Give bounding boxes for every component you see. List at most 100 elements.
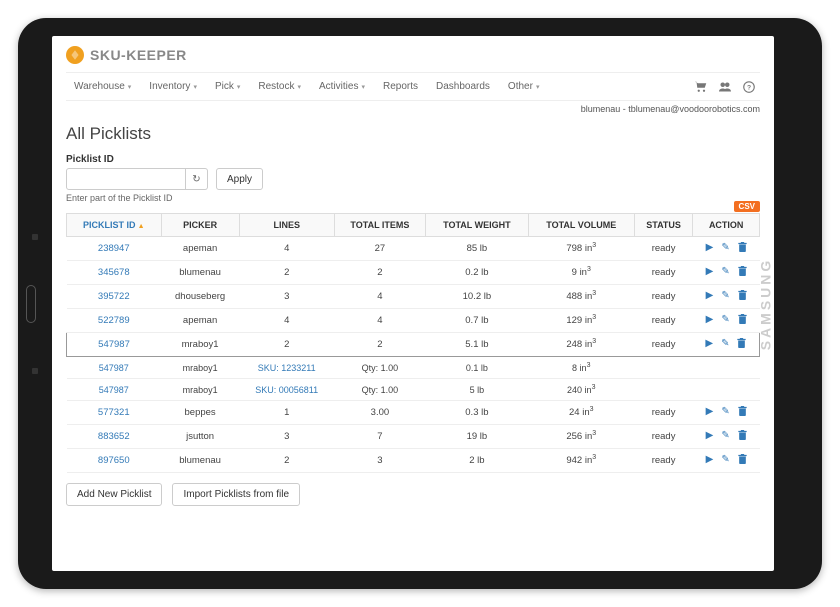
play-icon[interactable]: ▶ xyxy=(706,454,714,467)
cart-icon[interactable] xyxy=(694,80,708,94)
play-icon[interactable]: ▶ xyxy=(706,430,714,443)
cell-items: 2 xyxy=(334,261,425,285)
nav-reports[interactable]: Reports xyxy=(375,79,426,94)
edit-icon[interactable]: ✎ xyxy=(721,430,729,443)
picklist-id-link[interactable]: 897650 xyxy=(67,449,162,473)
play-icon[interactable]: ▶ xyxy=(706,314,714,327)
cell-weight: 0.3 lb xyxy=(426,401,529,425)
add-new-picklist-button[interactable]: Add New Picklist xyxy=(66,483,162,506)
delete-icon[interactable] xyxy=(738,454,747,467)
page-title: All Picklists xyxy=(66,124,760,144)
edit-icon[interactable]: ✎ xyxy=(721,406,729,419)
cell-picker: mraboy1 xyxy=(161,379,239,401)
delete-icon[interactable] xyxy=(738,266,747,279)
delete-icon[interactable] xyxy=(738,242,747,255)
cell-picker: jsutton xyxy=(161,425,239,449)
picklist-id-link[interactable]: 577321 xyxy=(67,401,162,425)
table-header-row: PICKLIST ID▲ PICKER LINES TOTAL ITEMS TO… xyxy=(67,214,760,237)
cell-weight: 85 lb xyxy=(426,237,529,261)
picklist-id-link[interactable]: 883652 xyxy=(67,425,162,449)
col-lines[interactable]: LINES xyxy=(239,214,334,237)
table-row[interactable]: 345678blumenau220.2 lb9 in3ready▶✎ xyxy=(67,261,760,285)
cell-weight: 0.7 lb xyxy=(426,309,529,333)
cell-lines: 3 xyxy=(239,285,334,309)
cell-picker: mraboy1 xyxy=(161,357,239,379)
table-row[interactable]: 547987mraboy1SKU: 1233211Qty: 1.000.1 lb… xyxy=(67,357,760,379)
cell-picker: apeman xyxy=(161,309,239,333)
table-row[interactable]: 883652jsutton3719 lb256 in3ready▶✎ xyxy=(67,425,760,449)
cell-actions: ▶✎ xyxy=(693,309,760,333)
apply-button[interactable]: Apply xyxy=(216,168,263,190)
picklist-id-link[interactable]: 238947 xyxy=(67,237,162,261)
edit-icon[interactable]: ✎ xyxy=(721,242,729,255)
nav-restock[interactable]: Restock▾ xyxy=(250,79,309,94)
play-icon[interactable]: ▶ xyxy=(705,338,713,351)
cell-volume: 942 in3 xyxy=(528,449,634,473)
nav-other[interactable]: Other▾ xyxy=(500,79,548,94)
table-row[interactable]: 522789apeman440.7 lb129 in3ready▶✎ xyxy=(67,309,760,333)
cell-items: 4 xyxy=(334,309,425,333)
main-nav: Warehouse▾ Inventory▾ Pick▾ Restock▾ Act… xyxy=(66,72,760,101)
picklist-id-link[interactable]: 547987 xyxy=(67,379,162,401)
caret-down-icon: ▾ xyxy=(298,83,302,91)
edit-icon[interactable]: ✎ xyxy=(721,314,729,327)
nav-activities[interactable]: Activities▾ xyxy=(311,79,373,94)
cell-volume: 488 in3 xyxy=(528,285,634,309)
cell-actions: ▶✎ xyxy=(693,333,760,357)
cell-weight: 5 lb xyxy=(426,379,529,401)
filter-label: Picklist ID xyxy=(66,154,760,165)
caret-down-icon: ▾ xyxy=(193,83,197,91)
help-icon[interactable]: ? xyxy=(742,80,756,94)
delete-icon[interactable] xyxy=(738,290,747,303)
nav-inventory[interactable]: Inventory▾ xyxy=(141,79,205,94)
cell-status: ready xyxy=(634,449,693,473)
cell-volume: 24 in3 xyxy=(528,401,634,425)
play-icon[interactable]: ▶ xyxy=(706,242,714,255)
refresh-button[interactable]: ↻ xyxy=(186,168,208,190)
play-icon[interactable]: ▶ xyxy=(706,406,714,419)
picklist-id-link[interactable]: 345678 xyxy=(67,261,162,285)
delete-icon[interactable] xyxy=(737,338,746,351)
caret-down-icon: ▾ xyxy=(237,83,241,91)
picklist-id-link[interactable]: 547987 xyxy=(67,357,162,379)
table-row[interactable]: 395722dhouseberg3410.2 lb488 in3ready▶✎ xyxy=(67,285,760,309)
nav-pick[interactable]: Pick▾ xyxy=(207,79,248,94)
cell-volume: 248 in3 xyxy=(528,333,634,357)
col-picklist-id[interactable]: PICKLIST ID▲ xyxy=(67,214,162,237)
picklist-id-link[interactable]: 522789 xyxy=(67,309,162,333)
sku-link[interactable]: SKU: 1233211 xyxy=(239,357,334,379)
csv-export-button[interactable]: CSV xyxy=(734,201,760,212)
table-row[interactable]: 238947apeman42785 lb798 in3ready▶✎ xyxy=(67,237,760,261)
table-row[interactable]: 547987mraboy1225.1 lb248 in3ready▶✎ xyxy=(67,333,760,357)
picklist-id-input[interactable] xyxy=(66,168,186,190)
edit-icon[interactable]: ✎ xyxy=(721,290,729,303)
col-status[interactable]: STATUS xyxy=(634,214,693,237)
col-total-weight[interactable]: TOTAL WEIGHT xyxy=(426,214,529,237)
col-total-items[interactable]: TOTAL ITEMS xyxy=(334,214,425,237)
table-row[interactable]: 897650blumenau232 lb942 in3ready▶✎ xyxy=(67,449,760,473)
brand-header: SKU-KEEPER xyxy=(66,46,760,64)
cell-actions: ▶✎ xyxy=(693,449,760,473)
play-icon[interactable]: ▶ xyxy=(706,266,714,279)
nav-dashboards[interactable]: Dashboards xyxy=(428,79,498,94)
cell-status: ready xyxy=(634,237,693,261)
edit-icon[interactable]: ✎ xyxy=(721,454,729,467)
play-icon[interactable]: ▶ xyxy=(706,290,714,303)
picklist-id-link[interactable]: 547987 xyxy=(67,333,162,357)
users-icon[interactable] xyxy=(718,80,732,94)
table-row[interactable]: 577321beppes13.000.3 lb24 in3ready▶✎ xyxy=(67,401,760,425)
delete-icon[interactable] xyxy=(738,430,747,443)
delete-icon[interactable] xyxy=(738,314,747,327)
col-picker[interactable]: PICKER xyxy=(161,214,239,237)
col-total-volume[interactable]: TOTAL VOLUME xyxy=(528,214,634,237)
table-row[interactable]: 547987mraboy1SKU: 00056811Qty: 1.005 lb2… xyxy=(67,379,760,401)
sku-link[interactable]: SKU: 00056811 xyxy=(239,379,334,401)
cell-lines: 4 xyxy=(239,237,334,261)
picklist-id-link[interactable]: 395722 xyxy=(67,285,162,309)
nav-warehouse[interactable]: Warehouse▾ xyxy=(66,79,139,94)
delete-icon[interactable] xyxy=(738,406,747,419)
import-picklists-button[interactable]: Import Picklists from file xyxy=(172,483,300,506)
edit-icon[interactable]: ✎ xyxy=(721,266,729,279)
cell-lines: 2 xyxy=(239,261,334,285)
edit-icon[interactable]: ✎ xyxy=(721,338,729,351)
